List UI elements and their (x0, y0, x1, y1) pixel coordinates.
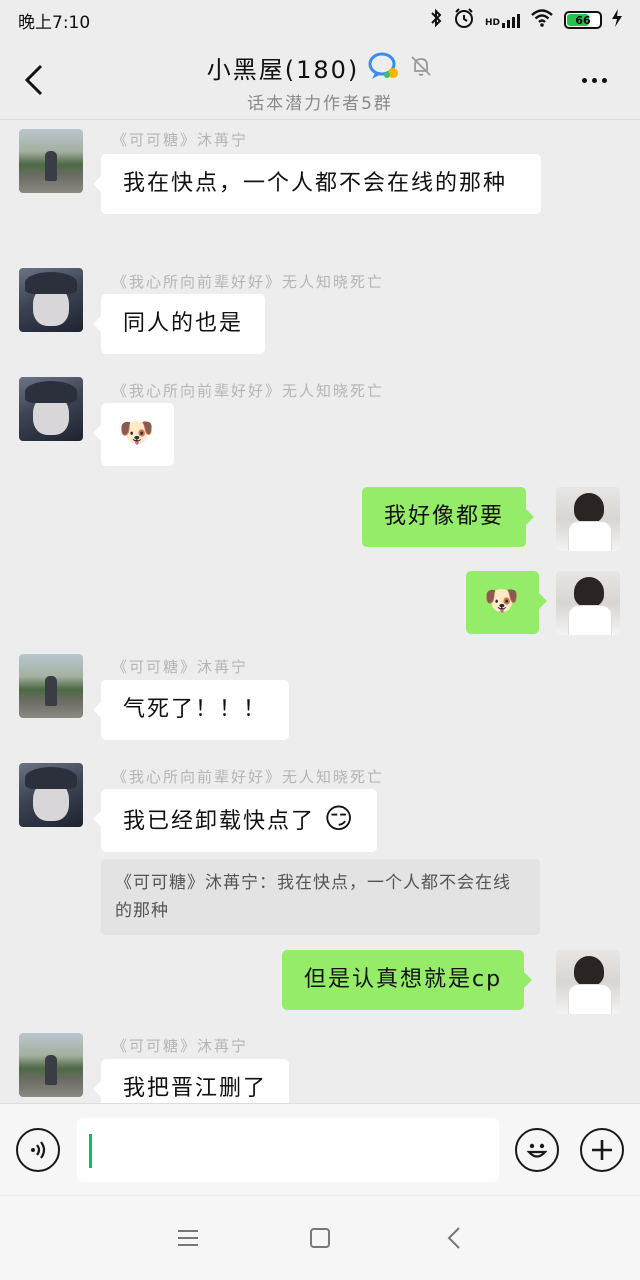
avatar[interactable] (19, 268, 83, 332)
avatar[interactable] (556, 571, 620, 635)
group-chat-badge-icon (367, 51, 401, 85)
message-text: 我已经卸载快点了 (123, 809, 316, 834)
plus-circle-icon (592, 1140, 612, 1160)
message-bubble[interactable]: 同人的也是 (92, 294, 266, 354)
message-list[interactable]: 《可可糖》沐苒宁 我在快点，一个人都不会在线的那种 《我心所向前辈好好》无人知晓… (0, 121, 640, 1103)
chevron-left-icon (24, 64, 43, 96)
doge-emoji: 🐶 (484, 584, 521, 617)
hd-signal-icon: HD (485, 12, 520, 28)
message-bubble[interactable]: 🐶 (466, 571, 547, 634)
sender-name: 《可可糖》沐苒宁 (112, 131, 249, 149)
emoji-face-icon (526, 1143, 548, 1158)
sender-name: 《可可糖》沐苒宁 (112, 658, 249, 676)
message-bubble[interactable]: 我把晋江删了 (92, 1059, 290, 1103)
avatar[interactable] (19, 1033, 83, 1097)
avatar[interactable] (19, 377, 83, 441)
message-bubble[interactable]: 我已经卸载快点了 😏 (92, 789, 378, 852)
message-bubble[interactable]: 我在快点，一个人都不会在线的那种 (93, 154, 541, 214)
battery-level: 66 (575, 13, 591, 27)
voice-icon (31, 1141, 46, 1159)
smirk-emoji: 😏 (324, 802, 356, 835)
emoji-button[interactable] (515, 1128, 559, 1172)
menu-button[interactable] (174, 1224, 202, 1252)
charging-icon (612, 9, 622, 31)
status-bar: 晚上7:10 HD 66 (0, 0, 640, 40)
bluetooth-icon (429, 8, 443, 32)
battery-icon: 66 (564, 11, 602, 29)
more-button[interactable] (574, 68, 614, 92)
quoted-text: 《可可糖》沐苒宁：我在快点，一个人都不会在线的那种 (115, 873, 511, 921)
message-text: 我好像都要 (384, 504, 505, 529)
message-bubble[interactable]: 我好像都要 (362, 487, 535, 547)
wifi-icon (530, 8, 554, 32)
home-button[interactable] (306, 1224, 334, 1252)
message-text: 同人的也是 (123, 311, 244, 336)
more-dot (581, 77, 587, 83)
more-dot (591, 77, 597, 83)
status-time: 晚上7:10 (18, 12, 91, 33)
message-bubble[interactable]: 但是认真想就是cp (282, 950, 533, 1010)
message-text: 气死了！！！ (123, 697, 268, 722)
chat-title: 小黑屋(180) (206, 56, 360, 84)
avatar[interactable] (556, 487, 620, 551)
status-icons: HD 66 (429, 7, 622, 33)
sender-name: 《我心所向前辈好好》无人知晓死亡 (112, 768, 385, 786)
alarm-icon (453, 7, 475, 33)
message-text: 但是认真想就是cp (304, 967, 503, 992)
avatar[interactable] (19, 129, 83, 193)
home-square-icon (310, 1228, 330, 1248)
quoted-message[interactable]: 《可可糖》沐苒宁：我在快点，一个人都不会在线的那种 (101, 859, 540, 935)
text-caret (89, 1134, 92, 1168)
back-button[interactable] (16, 58, 52, 102)
bell-off-icon (409, 54, 433, 82)
system-nav-bar (0, 1196, 640, 1280)
back-triangle-icon (447, 1227, 460, 1249)
message-bubble[interactable]: 气死了！！！ (92, 680, 290, 740)
sender-name: 《可可糖》沐苒宁 (112, 1037, 249, 1055)
avatar[interactable] (19, 654, 83, 718)
nav-back-button[interactable] (440, 1224, 468, 1252)
more-dot (601, 77, 607, 83)
input-bar (0, 1103, 640, 1195)
avatar[interactable] (19, 763, 83, 827)
menu-icon (178, 1230, 198, 1246)
network-label: HD (484, 18, 500, 28)
doge-emoji: 🐶 (119, 416, 156, 449)
chat-header: 小黑屋(180) 话本潜力作者5群 (0, 40, 640, 120)
avatar[interactable] (556, 950, 620, 1014)
chat-title-area[interactable]: 小黑屋(180) 话本潜力作者5群 (120, 50, 520, 114)
voice-button[interactable] (16, 1128, 60, 1172)
message-text: 我把晋江删了 (123, 1076, 268, 1101)
message-text: 我在快点，一个人都不会在线的那种 (123, 171, 508, 196)
plus-button[interactable] (580, 1128, 624, 1172)
sender-name: 《我心所向前辈好好》无人知晓死亡 (112, 273, 385, 291)
sender-name: 《我心所向前辈好好》无人知晓死亡 (112, 382, 385, 400)
chat-subtitle: 话本潜力作者5群 (247, 94, 393, 114)
message-input[interactable] (77, 1118, 499, 1182)
message-bubble[interactable]: 🐶 (93, 403, 174, 466)
